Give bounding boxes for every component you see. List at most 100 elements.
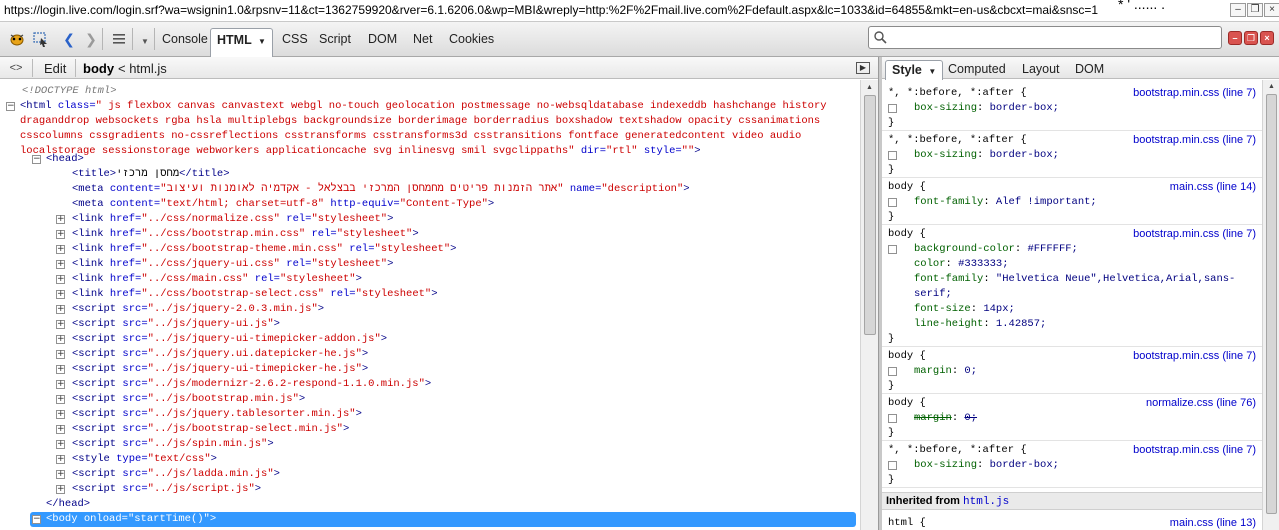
rule-source-link[interactable]: main.css (line 14) [1170, 180, 1256, 195]
collapse-toggle-icon[interactable]: − [32, 155, 41, 164]
expand-toggle-icon[interactable]: + [56, 245, 65, 254]
scrollbar-thumb[interactable] [1266, 94, 1277, 514]
rule-source-link[interactable]: normalize.css (line 76) [1146, 396, 1256, 411]
css-declaration[interactable]: font-family: "Helvetica Neue",Helvetica,… [888, 272, 1248, 302]
rule-toggle-icon[interactable] [888, 367, 897, 376]
css-declaration[interactable]: line-height: 1.42857; [888, 317, 1260, 332]
search-input[interactable] [889, 30, 1215, 45]
inspect-element-icon[interactable] [32, 30, 50, 48]
expand-toggle-icon[interactable]: + [56, 485, 65, 494]
expand-toggle-icon[interactable]: + [56, 455, 65, 464]
expand-toggle-icon[interactable]: + [56, 440, 65, 449]
collapse-toggle-icon[interactable]: − [32, 515, 41, 524]
link-node[interactable]: + <link href="../css/jquery-ui.css" rel="… [0, 257, 860, 272]
tab-html[interactable]: HTML ▼ [210, 28, 273, 57]
breadcrumb-body[interactable]: body [83, 61, 114, 76]
scroll-up-icon[interactable]: ▲ [1265, 82, 1278, 92]
head-close-node[interactable]: </head> [0, 497, 860, 512]
page-url[interactable]: https://login.live.com/login.srf?wa=wsig… [4, 3, 1098, 17]
expand-toggle-icon[interactable]: + [56, 410, 65, 419]
css-declaration[interactable]: font-family: Alef !important; [888, 195, 1260, 210]
expand-collapse-icon[interactable]: <> [8, 60, 24, 76]
expand-toggle-icon[interactable]: + [56, 380, 65, 389]
script-node[interactable]: + <script src="../js/jquery-ui.js"> [0, 317, 860, 332]
minimize-firebug-icon[interactable]: – [1228, 31, 1242, 45]
panel-options-icon[interactable]: ▶ [856, 62, 870, 74]
html-tree-scrollbar[interactable]: ▲ [860, 80, 878, 530]
detach-firebug-icon[interactable]: ❐ [1244, 31, 1258, 45]
title-node[interactable]: <title>מחסן מרכזי</title> [0, 167, 860, 182]
css-declaration[interactable]: margin: 0; [888, 411, 1260, 426]
list-menu-icon[interactable] [110, 30, 128, 48]
style-panel-scrollbar[interactable]: ▲ [1262, 80, 1279, 530]
script-node[interactable]: + <script src="../js/bootstrap.min.js"> [0, 392, 860, 407]
tab-cookies[interactable]: Cookies [443, 28, 500, 52]
rule-source-link[interactable]: bootstrap.min.css (line 7) [1133, 227, 1256, 242]
meta-content-type-node[interactable]: <meta content="text/html; charset=utf-8"… [0, 197, 860, 212]
link-node[interactable]: + <link href="../css/bootstrap-select.css… [0, 287, 860, 302]
expand-toggle-icon[interactable]: + [56, 470, 65, 479]
side-tab-layout[interactable]: Layout [1016, 60, 1066, 80]
rule-source-link[interactable]: bootstrap.min.css (line 7) [1133, 443, 1256, 458]
tab-css[interactable]: CSS [276, 28, 314, 52]
script-node[interactable]: + <script src="../js/jquery-ui-timepicker… [0, 362, 860, 377]
css-declaration[interactable]: box-sizing: border-box; [888, 458, 1260, 473]
chevron-down-icon[interactable]: ▼ [928, 67, 936, 76]
side-tab-dom[interactable]: DOM [1069, 60, 1110, 80]
restore-icon[interactable]: ❐ [1247, 3, 1263, 17]
expand-toggle-icon[interactable]: + [56, 260, 65, 269]
tab-html-dropdown-icon[interactable]: ▼ [258, 37, 266, 46]
script-node[interactable]: + <script src="../js/jquery.tablesorter.m… [0, 407, 860, 422]
style-node[interactable]: + <style type="text/css"> [0, 452, 860, 467]
html-node[interactable]: − <html class=" js flexbox canvas canvas… [0, 99, 860, 159]
script-node[interactable]: + <script src="../js/jquery-ui-timepicker… [0, 332, 860, 347]
rule-source-link[interactable]: main.css (line 13) [1170, 516, 1256, 530]
script-node[interactable]: + <script src="../js/spin.min.js"> [0, 437, 860, 452]
expand-toggle-icon[interactable]: + [56, 290, 65, 299]
rule-source-link[interactable]: bootstrap.min.css (line 7) [1133, 349, 1256, 364]
expand-toggle-icon[interactable]: + [56, 215, 65, 224]
expand-toggle-icon[interactable]: + [56, 320, 65, 329]
rule-source-link[interactable]: bootstrap.min.css (line 7) [1133, 133, 1256, 148]
head-node[interactable]: − <head> [0, 152, 860, 167]
close-window-icon[interactable]: × [1264, 3, 1279, 17]
body-node[interactable]: − <body onload="startTime()"> [30, 512, 856, 527]
expand-toggle-icon[interactable]: + [56, 350, 65, 359]
css-declaration[interactable]: box-sizing: border-box; [888, 101, 1260, 116]
expand-toggle-icon[interactable]: + [56, 305, 65, 314]
tab-console[interactable]: Console [156, 28, 214, 52]
rule-toggle-icon[interactable] [888, 104, 897, 113]
collapse-toggle-icon[interactable]: − [6, 102, 15, 111]
link-node[interactable]: + <link href="../css/bootstrap-theme.min.… [0, 242, 860, 257]
css-declaration[interactable]: color: #333333; [888, 257, 1260, 272]
link-node[interactable]: + <link href="../css/bootstrap.min.css" r… [0, 227, 860, 242]
rule-source-link[interactable]: bootstrap.min.css (line 7) [1133, 86, 1256, 101]
script-node[interactable]: + <script src="../js/jquery-2.0.3.min.js"… [0, 302, 860, 317]
css-declaration[interactable]: margin: 0; [888, 364, 1260, 379]
link-node[interactable]: + <link href="../css/normalize.css" rel="… [0, 212, 860, 227]
expand-toggle-icon[interactable]: + [56, 365, 65, 374]
script-node[interactable]: + <script src="../js/modernizr-2.6.2-resp… [0, 377, 860, 392]
side-tab-style[interactable]: Style ▼ [885, 60, 944, 80]
inherited-source-link[interactable]: html.js [963, 496, 1009, 508]
forward-arrow-icon[interactable]: ❯ [82, 30, 100, 48]
css-declaration[interactable]: background-color: #FFFFFF; [888, 242, 1260, 257]
script-node[interactable]: + <script src="../js/script.js"> [0, 482, 860, 497]
script-node[interactable]: + <script src="../js/bootstrap-select.min… [0, 422, 860, 437]
css-declaration[interactable]: box-sizing: border-box; [888, 148, 1260, 163]
expand-toggle-icon[interactable]: + [56, 335, 65, 344]
rule-toggle-icon[interactable] [888, 198, 897, 207]
edit-button[interactable]: Edit [44, 61, 66, 76]
dropdown-arrow-icon[interactable]: ▼ [136, 30, 154, 48]
back-arrow-icon[interactable]: ❮ [60, 30, 78, 48]
minimize-icon[interactable]: – [1230, 3, 1246, 17]
tab-net[interactable]: Net [407, 28, 438, 52]
expand-toggle-icon[interactable]: + [56, 425, 65, 434]
link-node[interactable]: + <link href="../css/main.css" rel="style… [0, 272, 860, 287]
scrollbar-thumb[interactable] [864, 95, 876, 335]
rule-toggle-icon[interactable] [888, 414, 897, 423]
css-declaration[interactable]: font-size: 14px; [888, 302, 1260, 317]
breadcrumb-html[interactable]: < html.js [118, 61, 167, 76]
meta-description-node[interactable]: <meta content="אתר הזמנות פריטים מחמחסן … [0, 182, 860, 197]
expand-toggle-icon[interactable]: + [56, 275, 65, 284]
